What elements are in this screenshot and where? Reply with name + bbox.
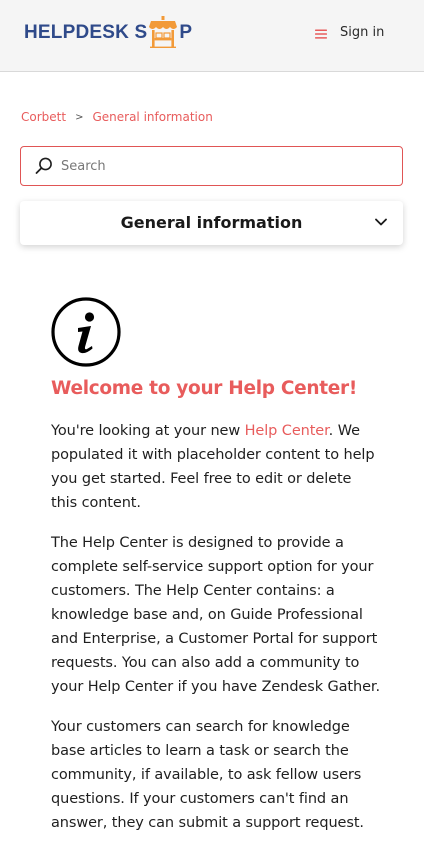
search-input[interactable] [61, 147, 391, 185]
logo-text-right: P [179, 22, 193, 43]
chevron-down-icon [375, 218, 387, 226]
search-box [20, 146, 403, 186]
hamburger-icon[interactable] [314, 27, 328, 41]
breadcrumb-separator: > [75, 111, 84, 123]
section-dropdown[interactable]: General information [20, 201, 403, 245]
shop-stall-icon [149, 16, 178, 48]
help-center-link[interactable]: Help Center [245, 423, 329, 439]
site-header: HELPDESK S P Sign in [0, 0, 424, 72]
article-body: Welcome to your Help Center! You're look… [51, 297, 381, 835]
section-title: General information [120, 213, 303, 232]
info-icon [51, 297, 121, 367]
helpdesk-shop-logo[interactable]: HELPDESK S P [24, 14, 192, 48]
logo-text-left: HELPDESK S [24, 22, 148, 43]
breadcrumb-item-corbett[interactable]: Corbett [21, 110, 66, 124]
article-paragraph-1: You're looking at your new Help Center. … [51, 419, 381, 515]
article-title: Welcome to your Help Center! [51, 378, 357, 399]
article-paragraph-3: Your customers can search for knowledge … [51, 719, 364, 831]
article-paragraph-2: The Help Center is designed to provide a… [51, 535, 380, 695]
search-icon [35, 157, 52, 174]
signin-link[interactable]: Sign in [340, 25, 384, 40]
p1-text-start: You're looking at your new [51, 423, 245, 439]
breadcrumb: Corbett > General information [21, 110, 213, 124]
breadcrumb-item-general-information[interactable]: General information [92, 110, 212, 124]
